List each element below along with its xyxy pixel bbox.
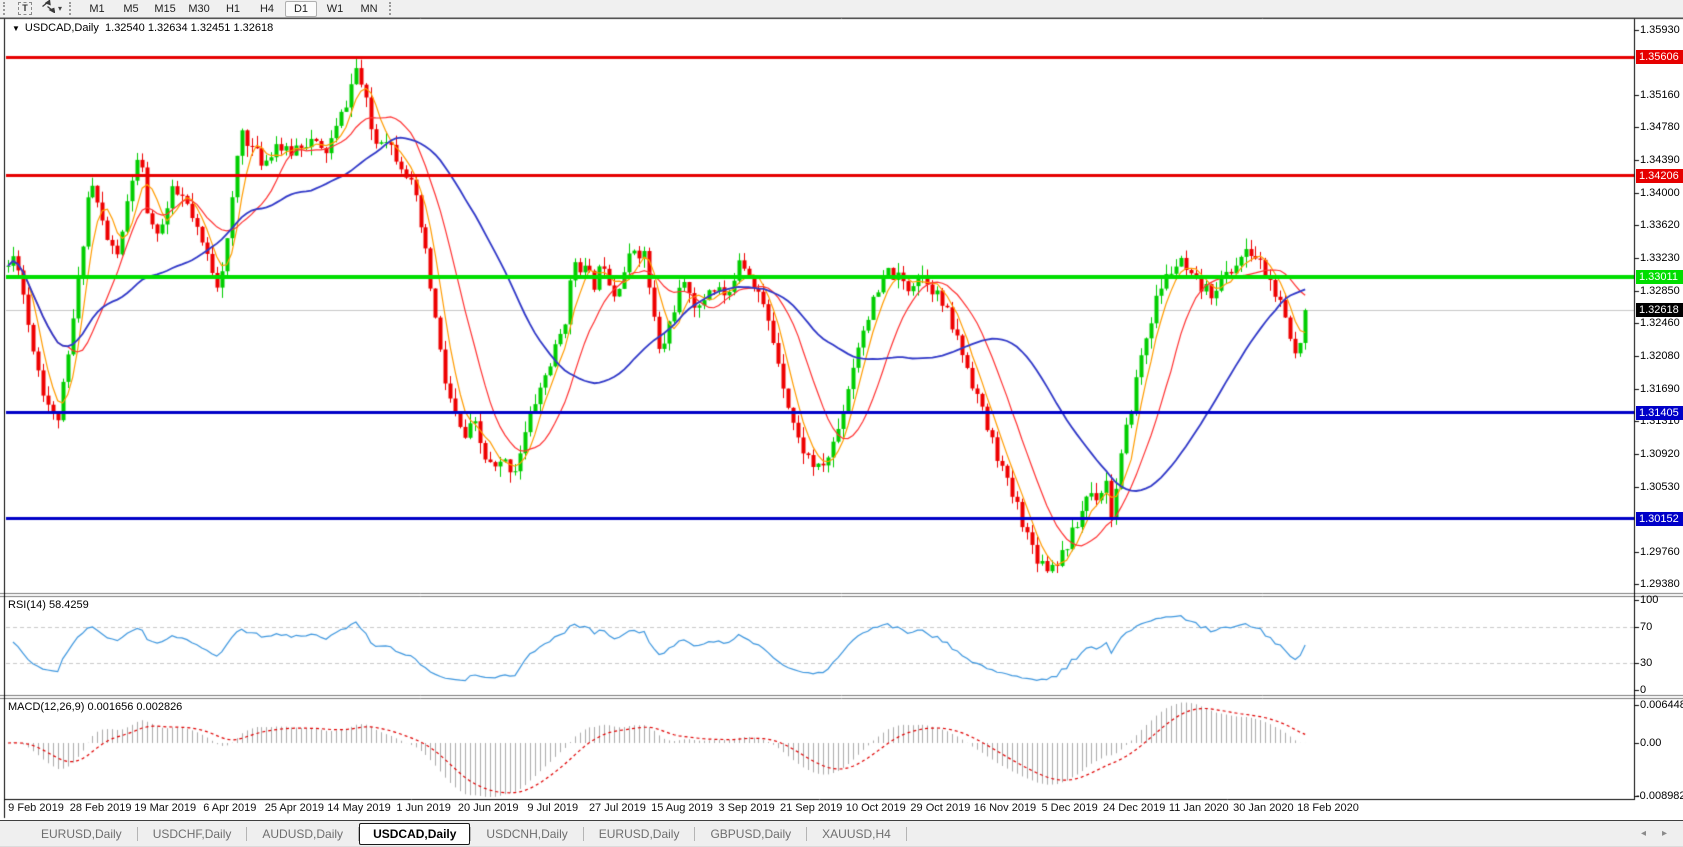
tab-separator <box>906 827 907 841</box>
price-tick-label: 1.32850 <box>1640 285 1680 297</box>
price-line-label: 1.35606 <box>1636 50 1683 64</box>
chart-canvas[interactable] <box>0 18 1683 820</box>
price-tick-label: 1.30530 <box>1640 481 1680 493</box>
chart-tab-eurusd-daily[interactable]: EURUSD,Daily <box>584 824 695 844</box>
text-label-tool-button[interactable]: T <box>14 1 36 16</box>
rsi-name: RSI(14) <box>8 599 46 611</box>
tab-scroll-controls: ◂▸ <box>1641 828 1667 839</box>
chart-tab-usdcnh-daily[interactable]: USDCNH,Daily <box>471 824 582 844</box>
date-tick-label: 18 Feb 2020 <box>1288 802 1368 814</box>
macd-tick-label: 0.00 <box>1640 737 1661 749</box>
timeframe-h1-button[interactable]: H1 <box>217 1 249 17</box>
rsi-tick-label: 100 <box>1640 594 1658 606</box>
timeframe-m30-button[interactable]: M30 <box>183 1 215 17</box>
mt4-window: T ▾ M1M5M15M30H1H4D1W1MN ▼ USDCAD,Daily <box>0 0 1683 847</box>
price-tick-label: 1.32460 <box>1640 317 1680 329</box>
timeframe-group: M1M5M15M30H1H4D1W1MN <box>80 1 386 17</box>
price-tick-label: 1.29380 <box>1640 578 1680 590</box>
timeframe-w1-button[interactable]: W1 <box>319 1 351 17</box>
price-tick-label: 1.35160 <box>1640 89 1680 101</box>
toolbar-grip[interactable] <box>69 2 75 15</box>
price-tick-label: 1.29760 <box>1640 546 1680 558</box>
toolbar-grip[interactable] <box>389 2 395 15</box>
price-line-label: 1.30152 <box>1636 512 1683 526</box>
macd-label: MACD(12,26,9) 0.001656 0.002826 <box>8 701 182 713</box>
chart-title: ▼ USDCAD,Daily 1.32540 1.32634 1.32451 1.… <box>12 22 273 34</box>
price-tick-label: 1.35930 <box>1640 24 1680 36</box>
chevron-down-icon: ▾ <box>58 4 62 13</box>
rsi-label: RSI(14) 58.4259 <box>8 599 89 611</box>
price-line-label: 1.34206 <box>1636 169 1683 183</box>
collapse-triangle-icon[interactable]: ▼ <box>12 24 20 33</box>
price-tick-label: 1.32080 <box>1640 350 1680 362</box>
price-line-label: 1.33011 <box>1636 270 1683 284</box>
timeframe-m5-button[interactable]: M5 <box>115 1 147 17</box>
timeframe-d1-button[interactable]: D1 <box>285 1 317 17</box>
chart-symbol-label: USDCAD,Daily <box>25 22 99 34</box>
rsi-tick-label: 70 <box>1640 621 1652 633</box>
chart-ohlc-values: 1.32540 1.32634 1.32451 1.32618 <box>105 22 273 34</box>
timeframe-m15-button[interactable]: M15 <box>149 1 181 17</box>
macd-name: MACD(12,26,9) <box>8 701 84 713</box>
toolbar-grip[interactable] <box>3 2 9 15</box>
price-tick-label: 1.31690 <box>1640 383 1680 395</box>
rsi-tick-label: 0 <box>1640 684 1646 696</box>
toolbar: T ▾ M1M5M15M30H1H4D1W1MN <box>0 0 1683 18</box>
macd-values: 0.001656 0.002826 <box>87 701 182 713</box>
macd-tick-label: 0.006448 <box>1640 699 1683 711</box>
chart-tab-xauusd-h4[interactable]: XAUUSD,H4 <box>807 824 906 844</box>
chart-tab-gbpusd-daily[interactable]: GBPUSD,Daily <box>695 824 806 844</box>
rsi-value: 58.4259 <box>49 599 89 611</box>
price-tick-label: 1.34390 <box>1640 154 1680 166</box>
price-tick-label: 1.30920 <box>1640 448 1680 460</box>
chart-tab-audusd-daily[interactable]: AUDUSD,Daily <box>247 824 358 844</box>
price-tick-label: 1.34780 <box>1640 121 1680 133</box>
tab-scroll-right-icon[interactable]: ▸ <box>1662 828 1667 839</box>
tab-scroll-left-icon[interactable]: ◂ <box>1641 828 1646 839</box>
price-line-label: 1.31405 <box>1636 406 1683 420</box>
chart-tab-bar: EURUSD,DailyUSDCHF,DailyAUDUSD,DailyUSDC… <box>0 820 1683 847</box>
arrows-icon <box>40 0 55 18</box>
timeframe-m1-button[interactable]: M1 <box>81 1 113 17</box>
current-price-label: 1.32618 <box>1636 303 1683 317</box>
chart-tab-eurusd-daily[interactable]: EURUSD,Daily <box>26 824 137 844</box>
timeframe-mn-button[interactable]: MN <box>353 1 385 17</box>
text-tool-icon: T <box>18 2 32 15</box>
price-tick-label: 1.33230 <box>1640 252 1680 264</box>
chart-tab-usdcad-daily[interactable]: USDCAD,Daily <box>359 823 470 845</box>
macd-tick-label: -0.008982 <box>1636 790 1683 802</box>
price-tick-label: 1.33620 <box>1640 219 1680 231</box>
rsi-tick-label: 30 <box>1640 657 1652 669</box>
chart-tab-usdchf-daily[interactable]: USDCHF,Daily <box>138 824 247 844</box>
arrows-tool-button[interactable]: ▾ <box>36 1 66 16</box>
price-tick-label: 1.34000 <box>1640 187 1680 199</box>
timeframe-h4-button[interactable]: H4 <box>251 1 283 17</box>
